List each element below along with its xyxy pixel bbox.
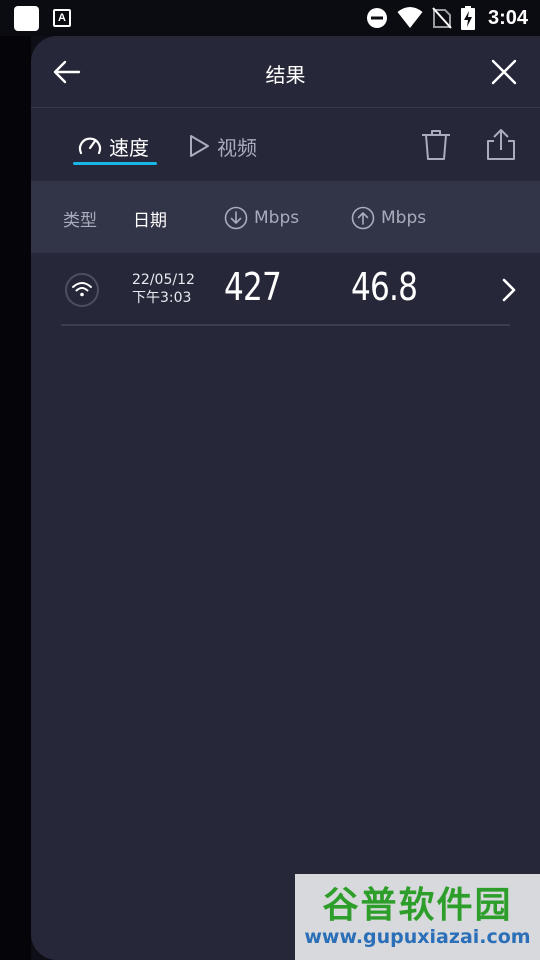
- no-sim-icon: [432, 7, 452, 29]
- tab-speed-label: 速度: [109, 135, 149, 160]
- background-strip: [0, 36, 31, 960]
- download-value: 427: [224, 265, 282, 309]
- header-bar: 结果: [31, 36, 540, 108]
- keyboard-a-icon: A: [53, 9, 71, 27]
- upload-value: 46.8: [351, 265, 418, 309]
- watermark: 谷普软件园 www.gupuxiazai.com: [295, 874, 540, 960]
- battery-charging-icon: [460, 6, 475, 30]
- tab-video[interactable]: 视频: [187, 128, 257, 164]
- result-time: 下午3:03: [132, 290, 192, 306]
- page-title: 结果: [265, 63, 306, 87]
- column-date[interactable]: 日期: [133, 206, 167, 231]
- wifi-icon: [72, 282, 92, 297]
- clock-time: 3:04: [487, 6, 528, 29]
- close-icon[interactable]: [488, 56, 520, 88]
- watermark-title: 谷普软件园: [322, 885, 513, 926]
- notification-square-icon: [14, 6, 39, 31]
- result-date: 22/05/12: [132, 272, 195, 288]
- watermark-url: www.gupuxiazai.com: [304, 926, 531, 948]
- column-type: 类型: [63, 206, 97, 231]
- active-tab-indicator: [73, 162, 157, 165]
- tab-video-label: 视频: [217, 135, 257, 160]
- results-panel: 结果 速度 视频 类型 日期 Mbps Mbps 22/05/12 下午3:03…: [31, 36, 540, 960]
- column-upload[interactable]: Mbps: [351, 206, 426, 230]
- column-upload-label: Mbps: [381, 208, 427, 228]
- table-header: 类型 日期 Mbps Mbps: [31, 181, 540, 253]
- tab-bar: 速度 视频: [31, 108, 540, 181]
- do-not-disturb-icon: [366, 8, 387, 28]
- wifi-icon: [397, 7, 423, 28]
- column-date-label: 日期: [133, 211, 167, 231]
- status-bar: A 3:04: [0, 0, 540, 36]
- column-download-label: Mbps: [254, 208, 300, 228]
- table-row[interactable]: 22/05/12 下午3:03 427 46.8: [61, 253, 516, 326]
- connection-type-badge: [65, 273, 99, 307]
- result-datetime: 22/05/12 下午3:03: [132, 271, 195, 307]
- chevron-right-icon[interactable]: [499, 277, 519, 303]
- tab-speed[interactable]: 速度: [77, 128, 149, 164]
- trash-icon[interactable]: [419, 128, 453, 162]
- share-icon[interactable]: [484, 128, 518, 162]
- column-download[interactable]: Mbps: [224, 206, 299, 230]
- play-icon: [190, 135, 209, 157]
- column-type-label: 类型: [63, 211, 97, 231]
- speedometer-icon: [78, 137, 102, 155]
- download-arrow-icon: [224, 206, 248, 230]
- upload-arrow-icon: [351, 206, 375, 230]
